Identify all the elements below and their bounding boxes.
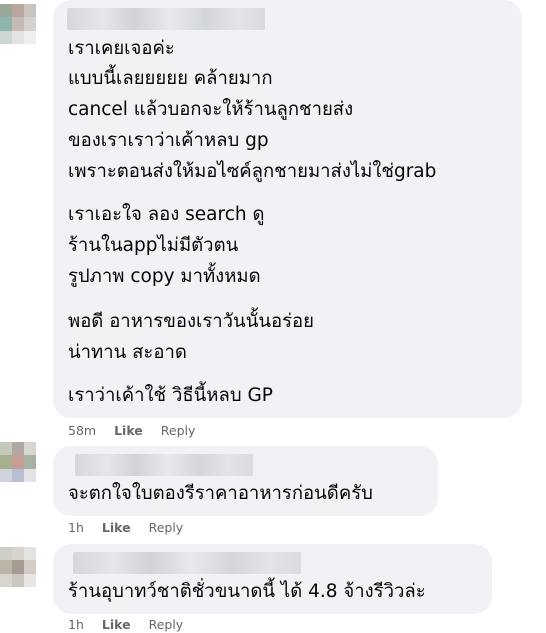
comment-text-line: รูปภาพ copy มาทั้งหมด — [68, 266, 261, 287]
reply-button[interactable]: Reply — [161, 423, 196, 438]
like-button[interactable]: Like — [114, 423, 143, 438]
author-name-blurred[interactable] — [75, 454, 253, 476]
like-button[interactable]: Like — [102, 520, 131, 535]
avatar[interactable] — [0, 4, 36, 44]
comment-timestamp[interactable]: 1h — [68, 520, 84, 535]
avatar[interactable] — [0, 547, 36, 587]
comment-text-line: ของเราเราว่าเค้าหลบ gp — [68, 130, 269, 151]
comment-actions: 58m Like Reply — [68, 423, 209, 439]
comment-text-line: ร้านในappไม่มีตัวตน — [68, 235, 239, 256]
comment-timestamp[interactable]: 58m — [68, 423, 96, 438]
comment-text-line: เพราะตอนส่งให้มอไซค์ลูกชายมาส่งไม่ใช่gra… — [68, 161, 437, 182]
comment-text-line: น่าทาน สะอาด — [68, 342, 187, 363]
author-name-blurred[interactable] — [67, 8, 265, 30]
comment-text-line: cancel แล้วบอกจะให้ร้านลูกชายส่ง — [68, 99, 354, 120]
comment-bubble: ร้านอุบาทว์ชาติชั่วขนาดนี้ ได้ 4.8 จ้างร… — [53, 544, 492, 614]
reply-button[interactable]: Reply — [149, 520, 184, 535]
avatar[interactable] — [0, 442, 36, 482]
reply-button[interactable]: Reply — [149, 617, 184, 632]
comment-text-line: จะตกใจใบตองรีราคาอาหารก่อนดีครับ — [68, 483, 373, 504]
comment-timestamp[interactable]: 1h — [68, 617, 84, 632]
comment-text-line: พอดี อาหารของเราวันนั้นอร่อย — [68, 311, 314, 332]
author-name-blurred[interactable] — [73, 552, 301, 574]
like-button[interactable]: Like — [102, 617, 131, 632]
comment-bubble: เราเคยเจอค่ะ แบบนี้เลยยยยย คล้ายมาก canc… — [53, 0, 522, 418]
comment-text-line: เราว่าเค้าใช้ วิธีนี้หลบ GP — [68, 385, 273, 406]
comment-bubble: จะตกใจใบตองรีราคาอาหารก่อนดีครับ — [53, 446, 438, 516]
comment-text-line: เราเคยเจอค่ะ — [68, 38, 175, 59]
comment-text-line: แบบนี้เลยยยยย คล้ายมาก — [68, 68, 273, 89]
comment-actions: 1h Like Reply — [68, 617, 197, 633]
comment-actions: 1h Like Reply — [68, 520, 197, 536]
comment-text-line: ร้านอุบาทว์ชาติชั่วขนาดนี้ ได้ 4.8 จ้างร… — [68, 581, 426, 602]
comment-text-line: เราเอะใจ ลอง search ดู — [68, 204, 265, 225]
